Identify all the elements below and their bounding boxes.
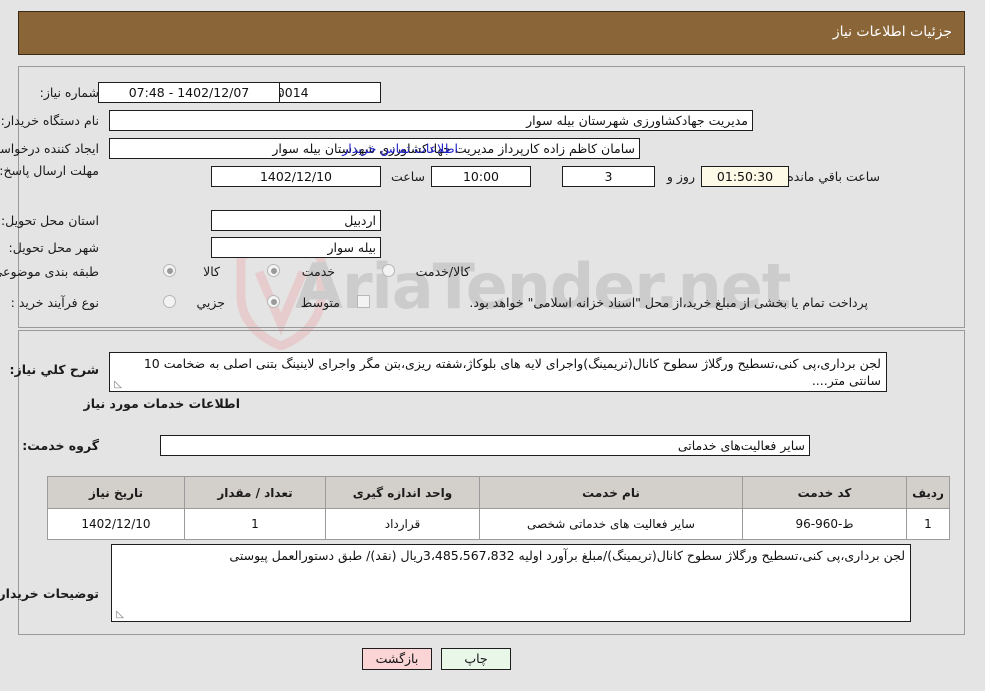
radio-process-jozi-label: جزیي: [196, 295, 225, 310]
col-code: کد خدمت: [742, 476, 907, 509]
cell-quantity: 1: [184, 508, 326, 540]
resize-grip-icon-notes[interactable]: ◺: [114, 610, 124, 620]
buyer-contact-link[interactable]: اطلاعات تماس خریدار: [342, 141, 458, 156]
back-button[interactable]: بازگشت: [362, 648, 432, 670]
radio-category-khedmat[interactable]: [267, 264, 280, 277]
col-unit: واحد اندازه گیری: [325, 476, 480, 509]
print-button[interactable]: چاپ: [441, 648, 511, 670]
services-table: ردیف کد خدمت نام خدمت واحد اندازه گیری ت…: [47, 476, 950, 540]
need-info-panel: [18, 66, 965, 328]
request-creator-label: ایجاد کننده درخواست:: [0, 141, 99, 156]
hour-label: ساعت: [390, 169, 425, 184]
page-title: جزئیات اطلاعات نیاز: [832, 24, 952, 40]
countdown-value: 01:50:30: [701, 166, 789, 187]
hour-value: 10:00: [431, 166, 531, 187]
col-date: تاریخ نیاز: [47, 476, 185, 509]
radio-process-motevaset-label: متوسط: [300, 295, 340, 310]
radio-process-motevaset[interactable]: [267, 295, 280, 308]
treasury-documents-checkbox[interactable]: [357, 295, 370, 308]
page-header-bar: جزئیات اطلاعات نیاز: [18, 11, 965, 55]
service-group-value: سایر فعالیت‌های خدماتی: [160, 435, 810, 456]
delivery-city-value: بیله سوار: [211, 237, 381, 258]
deadline-date-value: 1402/12/10: [211, 166, 381, 187]
general-description-textarea[interactable]: لجن برداری،پی کنی،تسطیح ورگلاژ سطوح کانا…: [109, 352, 887, 392]
buyer-org-label: نام دستگاه خریدار:: [0, 113, 99, 128]
radio-category-kala-khedmat[interactable]: [382, 264, 395, 277]
buyer-org-value: مدیریت جهادکشاورزی شهرستان بیله سوار: [109, 110, 753, 131]
col-radif: ردیف: [906, 476, 950, 509]
page-root: AriaTender.net جزئیات اطلاعات نیاز شماره…: [0, 0, 985, 691]
cell-unit: قرارداد: [325, 508, 480, 540]
countdown-label: ساعت باقي مانده: [787, 169, 880, 184]
buyer-notes-label: توضیحات خریدار:: [0, 586, 99, 601]
table-header-row: ردیف کد خدمت نام خدمت واحد اندازه گیری ت…: [47, 476, 950, 509]
cell-date: 1402/12/10: [47, 508, 185, 540]
cell-code: ط-960-96: [742, 508, 907, 540]
col-name: نام خدمت: [479, 476, 743, 509]
services-section-title: اطلاعات خدمات مورد نیاز: [83, 396, 241, 411]
radio-process-jozi[interactable]: [163, 295, 176, 308]
radio-category-kala-khedmat-label: کالا/خدمت: [415, 264, 470, 279]
resize-grip-icon[interactable]: ◺: [112, 380, 122, 390]
table-row: 1 ط-960-96 سایر فعالیت های خدماتی شخصی ق…: [47, 508, 950, 540]
response-deadline-label: مهلت ارسال پاسخ: تا تاریخ:: [0, 163, 99, 178]
general-description-value: لجن برداری،پی کنی،تسطیح ورگلاژ سطوح کانا…: [143, 356, 881, 388]
subject-category-label: طبقه بندی موضوعی:: [0, 264, 99, 279]
need-number-label: شماره نیاز:: [39, 85, 99, 100]
service-group-label: گروه خدمت:: [22, 438, 99, 453]
days-label: روز و: [666, 169, 695, 184]
buyer-notes-textarea[interactable]: لجن برداری،پی کنی،تسطیح ورگلاژ سطوح کانا…: [111, 544, 911, 622]
delivery-province-value: اردبیل: [211, 210, 381, 231]
purchase-process-label: نوع فرآیند خرید :: [10, 295, 99, 310]
delivery-province-label: استان محل تحویل:: [0, 213, 99, 228]
col-quantity: تعداد / مقدار: [184, 476, 326, 509]
radio-category-khedmat-label: خدمت: [301, 264, 335, 279]
delivery-city-label: شهر محل تحویل:: [8, 240, 99, 255]
cell-radif: 1: [906, 508, 950, 540]
treasury-documents-label: پرداخت تمام یا بخشی از مبلغ خرید،از محل …: [469, 295, 868, 310]
radio-category-kala[interactable]: [163, 264, 176, 277]
general-description-label: شرح کلي نیاز:: [9, 362, 99, 377]
buyer-notes-value: لجن برداری،پی کنی،تسطیح ورگلاژ سطوح کانا…: [229, 548, 905, 563]
days-remaining-value: 3: [562, 166, 655, 187]
announce-datetime-value: 1402/12/07 - 07:48: [98, 82, 280, 103]
radio-category-kala-label: کالا: [203, 264, 220, 279]
cell-name: سایر فعالیت های خدماتی شخصی: [479, 508, 743, 540]
